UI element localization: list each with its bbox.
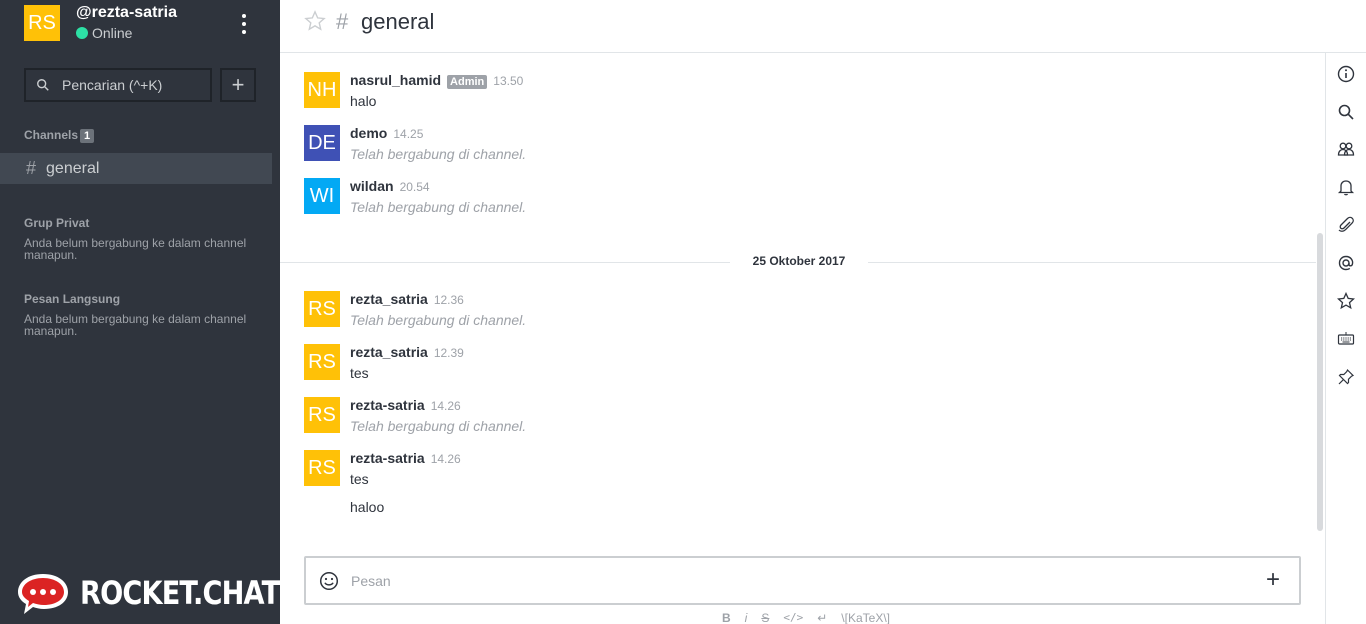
sidebar-item-label: general — [46, 159, 100, 177]
channels-count-badge: 1 — [80, 129, 95, 143]
channels-title: Channels — [24, 128, 79, 142]
message-time: 20.54 — [399, 180, 430, 194]
favorite-star-icon[interactable] — [304, 10, 326, 32]
rocket-logo-icon — [18, 574, 68, 614]
paperclip-icon[interactable] — [1337, 216, 1355, 234]
avatar[interactable]: NH — [304, 72, 340, 108]
avatar[interactable]: RS — [304, 397, 340, 433]
message-username[interactable]: demo — [350, 125, 387, 141]
more-options-icon[interactable] — [236, 12, 252, 36]
italic-button[interactable]: i — [745, 611, 748, 624]
user-avatar[interactable]: RS — [24, 5, 60, 41]
private-groups-empty: Anda belum bergabung ke dalam channel ma… — [24, 236, 247, 262]
room-header: # general — [280, 0, 1366, 53]
sidebar-search[interactable]: Pencarian (^+K) — [24, 68, 212, 102]
message-header: rezta-satria 14.26 — [350, 450, 461, 466]
avatar[interactable]: DE — [304, 125, 340, 161]
sidebar-item-general[interactable]: # general — [0, 153, 272, 184]
message-username[interactable]: rezta-satria — [350, 450, 425, 466]
search-icon[interactable] — [1337, 103, 1355, 121]
bell-icon[interactable] — [1337, 178, 1355, 196]
online-status-dot — [76, 27, 88, 39]
message-time: 12.36 — [433, 293, 464, 307]
direct-messages-title: Pesan Langsung — [24, 292, 121, 306]
room-toolbar — [1325, 53, 1366, 624]
avatar[interactable]: RS — [304, 450, 340, 486]
message-username[interactable]: rezta-satria — [350, 397, 425, 413]
message-body: tes — [350, 471, 369, 487]
message-username[interactable]: wildan — [350, 178, 394, 194]
message-body: Telah bergabung di channel. — [350, 146, 527, 162]
message-header: wildan 20.54 — [350, 178, 430, 194]
multiline-button[interactable]: ↵ — [817, 611, 827, 624]
private-groups-title: Grup Privat — [24, 216, 90, 230]
format-toolbar: B i S </> ↵ \[KaTeX\] — [722, 611, 904, 624]
message-body: tes — [350, 365, 369, 381]
message-time: 14.26 — [430, 399, 461, 413]
create-new-button[interactable]: + — [220, 68, 256, 102]
message-body: Telah bergabung di channel. — [350, 199, 527, 215]
message-body: Telah bergabung di channel. — [350, 312, 527, 328]
direct-messages-empty: Anda belum bergabung ke dalam channel ma… — [24, 312, 247, 338]
hash-icon: # — [26, 158, 37, 178]
day-divider-label: 25 Oktober 2017 — [730, 254, 868, 268]
emoji-icon[interactable] — [319, 571, 339, 591]
message-header: rezta-satria 14.26 — [350, 397, 461, 413]
logo-text: ROCKET.CHAT — [80, 574, 280, 612]
message-header: demo 14.25 — [350, 125, 423, 141]
star-icon[interactable] — [1337, 292, 1355, 310]
message-time: 14.25 — [393, 127, 424, 141]
message-header: rezta_satria 12.36 — [350, 291, 464, 307]
bold-button[interactable]: B — [722, 611, 731, 624]
message-scrollbar[interactable] — [1317, 233, 1323, 531]
members-icon[interactable] — [1337, 140, 1355, 158]
message-username[interactable]: nasrul_hamid — [350, 72, 441, 88]
sidebar: RS @rezta-satria Online Pencarian (^+K) … — [0, 0, 280, 624]
katex-button[interactable]: \[KaTeX\] — [841, 611, 890, 624]
message-input[interactable] — [351, 568, 1231, 594]
channels-section-title: Channels 1 — [24, 128, 95, 143]
username[interactable]: @rezta-satria — [76, 4, 177, 22]
message-time: 12.39 — [433, 346, 464, 360]
message-header: rezta_satria 12.39 — [350, 344, 464, 360]
message-time: 13.50 — [493, 74, 524, 88]
info-icon[interactable] — [1337, 65, 1355, 83]
mention-icon[interactable] — [1337, 254, 1355, 272]
message-body-followup: haloo — [350, 499, 385, 515]
rocketchat-logo: ROCKET.CHAT — [14, 568, 314, 618]
message-composer: + — [304, 556, 1301, 605]
pin-icon[interactable] — [1337, 368, 1355, 386]
code-button[interactable]: </> — [783, 611, 803, 624]
user-status-label: Online — [92, 25, 133, 41]
message-body: Telah bergabung di channel. — [350, 418, 527, 434]
message-time: 14.26 — [430, 452, 461, 466]
avatar[interactable]: RS — [304, 291, 340, 327]
message-username[interactable]: rezta_satria — [350, 344, 428, 360]
avatar[interactable]: RS — [304, 344, 340, 380]
search-placeholder: Pencarian (^+K) — [62, 77, 163, 93]
user-status: Online — [76, 25, 132, 41]
search-icon — [37, 79, 49, 91]
keyboard-icon[interactable] — [1337, 330, 1355, 348]
avatar[interactable]: WI — [304, 178, 340, 214]
message-header: nasrul_hamid Admin 13.50 — [350, 72, 524, 89]
role-badge: Admin — [447, 75, 488, 89]
strike-button[interactable]: S — [761, 611, 769, 624]
message-username[interactable]: rezta_satria — [350, 291, 428, 307]
message-list: NH nasrul_hamid Admin 13.50 halo DE demo 14… — [280, 54, 1316, 544]
message-body: halo — [350, 93, 377, 109]
room-title: general — [361, 9, 435, 34]
channel-hash-icon: # — [336, 9, 349, 34]
composer-plus-button[interactable]: + — [1266, 566, 1280, 594]
